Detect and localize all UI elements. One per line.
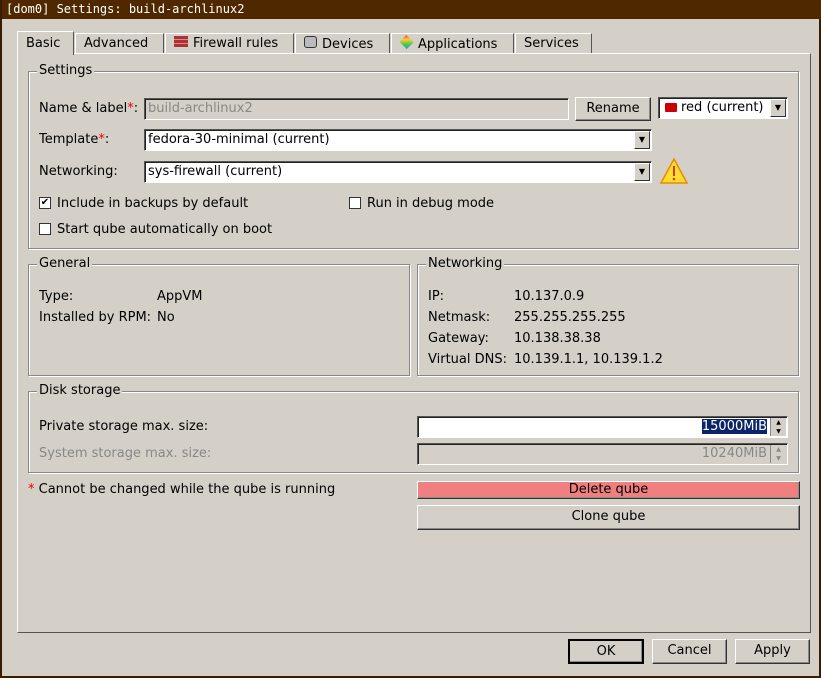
applications-icon xyxy=(399,34,414,50)
tab-label: Basic xyxy=(26,36,61,51)
dns-value: 10.139.1.1, 10.139.1.2 xyxy=(514,352,663,367)
tab-firewall-rules[interactable]: Firewall rules xyxy=(165,33,294,54)
chevron-down-icon: ▼ xyxy=(634,163,650,181)
tab-label: Services xyxy=(524,36,579,51)
cancel-button[interactable]: Cancel xyxy=(652,639,727,664)
running-note: * Cannot be changed while the qube is ru… xyxy=(28,482,336,497)
autostart-label: Start qube automatically on boot xyxy=(57,222,273,237)
autostart-checkbox[interactable] xyxy=(39,223,51,235)
tab-devices[interactable]: Devices xyxy=(295,33,390,54)
delete-qube-button[interactable]: Delete qube xyxy=(417,481,800,499)
type-value: AppVM xyxy=(157,289,203,304)
apply-button[interactable]: Apply xyxy=(735,639,810,664)
ok-button[interactable]: OK xyxy=(568,639,644,664)
label-select[interactable]: red (current) ▼ xyxy=(658,97,788,119)
spin-arrows-icon[interactable]: ▲ ▼ xyxy=(770,418,786,436)
tab-label: Firewall rules xyxy=(193,36,279,51)
type-label: Type: xyxy=(39,289,74,304)
ip-label: IP: xyxy=(428,289,445,304)
name-label: Name & label*: xyxy=(39,101,139,116)
tab-label: Devices xyxy=(322,37,374,52)
firewall-icon xyxy=(174,36,188,47)
tab-services[interactable]: Services xyxy=(515,33,592,54)
private-storage-spinbox[interactable]: 15000MiB ▲ ▼ xyxy=(417,416,788,438)
rpm-label: Installed by RPM: xyxy=(39,310,152,325)
name-input[interactable]: build-archlinux2 xyxy=(144,98,569,120)
system-storage-label: System storage max. size: xyxy=(39,446,212,461)
tab-advanced[interactable]: Advanced xyxy=(75,33,164,54)
chevron-down-icon: ▼ xyxy=(634,131,650,149)
group-title: Disk storage xyxy=(37,383,123,398)
backups-label: Include in backups by default xyxy=(57,196,249,211)
gateway-value: 10.138.38.38 xyxy=(514,331,601,346)
debug-label: Run in debug mode xyxy=(367,196,495,211)
netmask-value: 255.255.255.255 xyxy=(514,310,626,325)
dns-label: Virtual DNS: xyxy=(428,352,507,367)
rpm-value: No xyxy=(157,310,175,325)
tab-label: Advanced xyxy=(84,36,149,51)
gateway-label: Gateway: xyxy=(428,331,489,346)
group-title: General xyxy=(37,256,93,271)
rename-button[interactable]: Rename xyxy=(575,97,651,121)
template-select[interactable]: fedora-30-minimal (current) ▼ xyxy=(144,129,652,151)
group-title: Networking xyxy=(426,256,505,271)
networking-select[interactable]: sys-firewall (current) ▼ xyxy=(144,161,652,183)
tab-basic[interactable]: Basic xyxy=(17,31,74,55)
tab-label: Applications xyxy=(418,37,498,52)
window-title: [dom0] Settings: build-archlinux2 xyxy=(2,0,821,19)
backups-checkbox[interactable]: ✔ xyxy=(39,197,51,209)
debug-checkbox[interactable] xyxy=(349,197,361,209)
private-storage-label: Private storage max. size: xyxy=(39,419,209,434)
group-title: Settings xyxy=(37,63,95,78)
spin-arrows-icon: ▲ ▼ xyxy=(770,445,786,463)
lock-icon xyxy=(665,103,677,112)
system-storage-spinbox[interactable]: 10240MiB ▲ ▼ xyxy=(417,443,788,465)
template-label: Template*: xyxy=(39,132,110,147)
devices-icon xyxy=(304,36,317,48)
networking-label: Networking: xyxy=(39,164,118,179)
netmask-label: Netmask: xyxy=(428,310,491,325)
tab-applications[interactable]: Applications xyxy=(391,33,514,54)
ip-value: 10.137.0.9 xyxy=(514,289,585,304)
chevron-down-icon: ▼ xyxy=(770,99,786,117)
settings-window: [dom0] Settings: build-archlinux2 Basic … xyxy=(0,0,821,678)
clone-qube-button[interactable]: Clone qube xyxy=(417,505,800,530)
warning-icon xyxy=(659,157,689,185)
